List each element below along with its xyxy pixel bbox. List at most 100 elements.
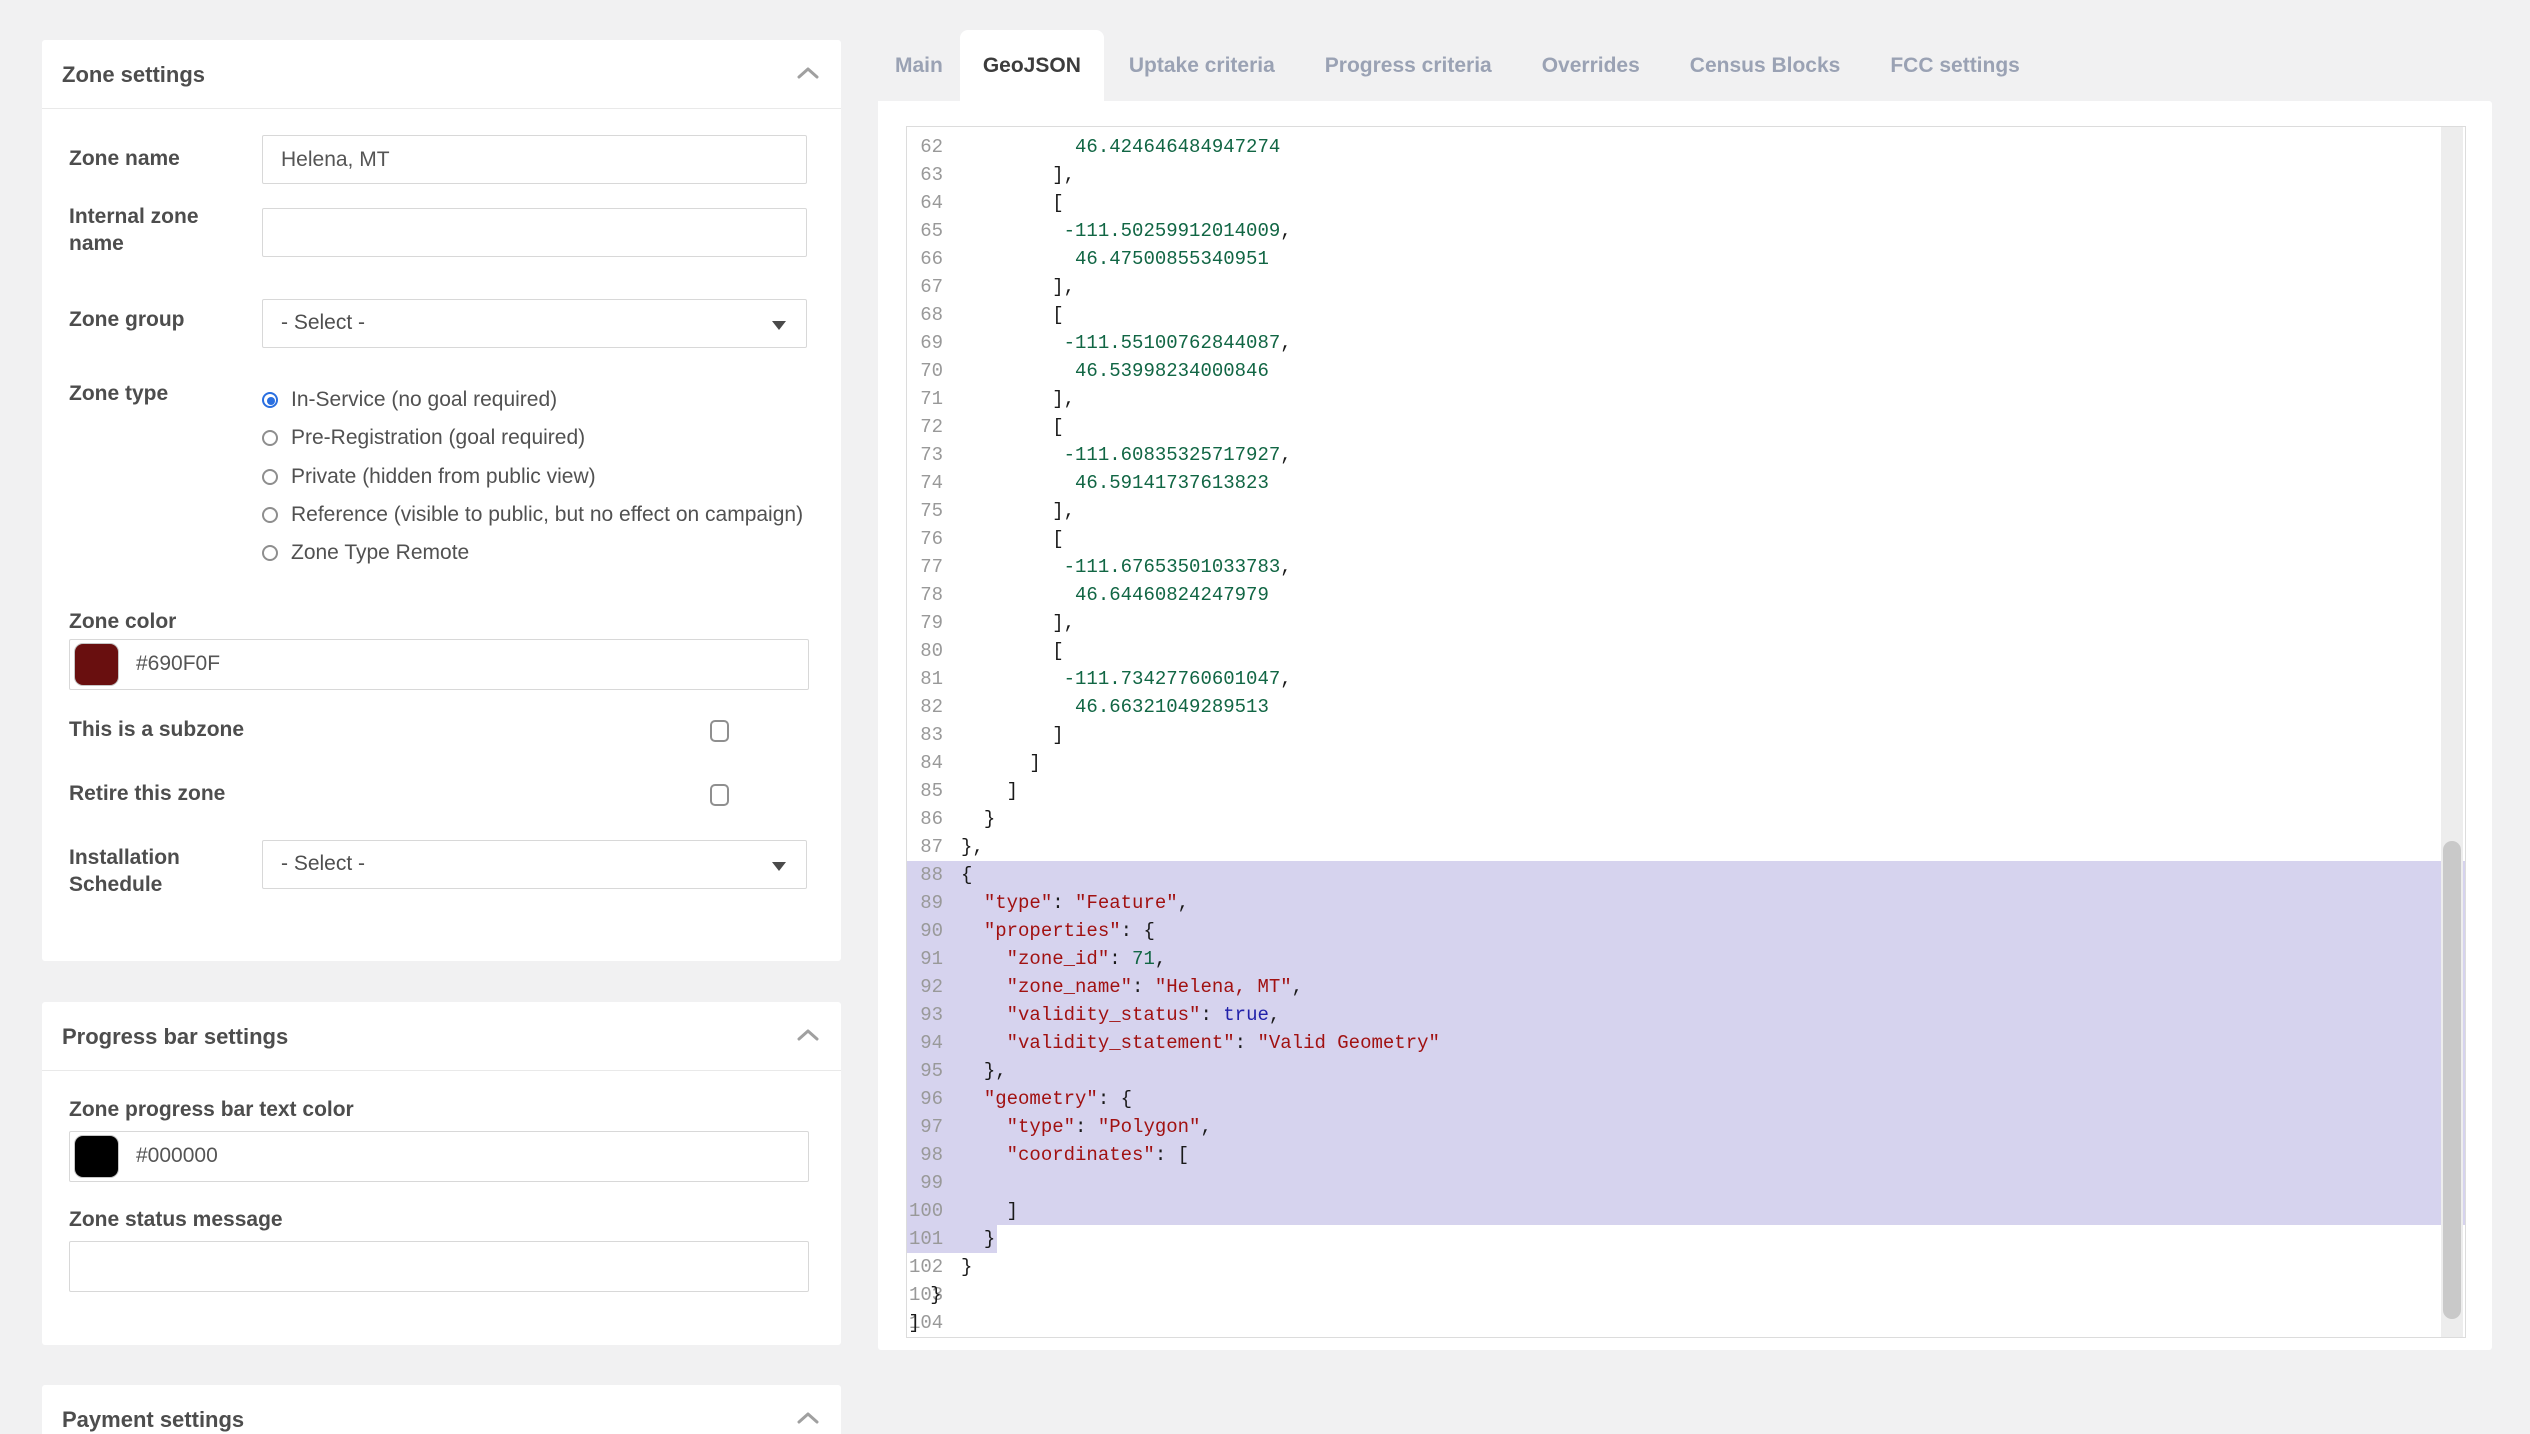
payment-settings-card: Payment settings: [42, 1385, 841, 1434]
internal-zone-name-label: Internal zone name: [69, 203, 254, 257]
zone-name-label: Zone name: [69, 145, 254, 172]
line-number: 82: [909, 693, 943, 721]
retire-label: Retire this zone: [69, 782, 225, 806]
progress-text-color-swatch[interactable]: [75, 1136, 118, 1177]
line-number: 62: [909, 133, 943, 161]
tab-main[interactable]: Main: [878, 30, 960, 101]
radio-option-label: Zone Type Remote: [291, 541, 469, 565]
radio-icon[interactable]: [262, 430, 278, 446]
code-line-76: 76 [: [907, 525, 2465, 553]
line-number: 74: [909, 469, 943, 497]
code-line-82: 82 46.66321049289513: [907, 693, 2465, 721]
tab-fcc-settings[interactable]: FCC settings: [1865, 30, 2045, 101]
code-text: -111.50259912014009,: [961, 217, 1292, 245]
retire-checkbox[interactable]: [710, 784, 729, 806]
radio-selected-icon[interactable]: [262, 392, 278, 408]
zone-color-value: #690F0F: [136, 652, 220, 676]
progress-text-color-input[interactable]: #000000: [69, 1131, 809, 1182]
collapse-chevron-icon[interactable]: [797, 1028, 819, 1042]
line-number: 77: [909, 553, 943, 581]
code-text: "coordinates": [: [961, 1141, 1189, 1169]
code-text: ],: [961, 497, 1075, 525]
tab-uptake-criteria[interactable]: Uptake criteria: [1104, 30, 1300, 101]
line-number: 97: [909, 1113, 943, 1141]
code-text: 46.53998234000846: [961, 357, 1269, 385]
radio-option-label: In-Service (no goal required): [291, 388, 557, 412]
code-line-102: 102}: [907, 1253, 2465, 1281]
code-line-64: 64 [: [907, 189, 2465, 217]
code-text: -111.60835325717927,: [961, 441, 1292, 469]
geojson-code-editor[interactable]: 62 46.42464648494727463 ],64 [65 -111.50…: [906, 126, 2466, 1338]
line-number: 72: [909, 413, 943, 441]
code-line-70: 70 46.53998234000846: [907, 357, 2465, 385]
zone-type-option-4[interactable]: Reference (visible to public, but no eff…: [262, 500, 803, 530]
code-text: "validity_statement": "Valid Geometry": [961, 1029, 1440, 1057]
code-line-84: 84 ]: [907, 749, 2465, 777]
editor-scrollbar-track[interactable]: [2441, 127, 2463, 1337]
zone-type-option-1[interactable]: In-Service (no goal required): [262, 385, 557, 415]
subzone-checkbox[interactable]: [710, 720, 729, 742]
code-text: },: [961, 833, 984, 861]
line-number: 83: [909, 721, 943, 749]
code-text: ],: [961, 273, 1075, 301]
line-number: 88: [909, 861, 943, 889]
code-line-63: 63 ],: [907, 161, 2465, 189]
zone-type-option-5[interactable]: Zone Type Remote: [262, 538, 469, 568]
code-line-75: 75 ],: [907, 497, 2465, 525]
code-text: "type": "Polygon",: [961, 1113, 1212, 1141]
code-line-73: 73 -111.60835325717927,: [907, 441, 2465, 469]
tab-progress-criteria[interactable]: Progress criteria: [1300, 30, 1517, 101]
zone-name-input[interactable]: [262, 135, 807, 184]
line-number: 89: [909, 889, 943, 917]
line-number: 92: [909, 973, 943, 1001]
zone-group-select[interactable]: - Select -: [262, 299, 807, 348]
line-number: 65: [909, 217, 943, 245]
code-line-83: 83 ]: [907, 721, 2465, 749]
zone-settings-header: Zone settings: [42, 40, 841, 109]
collapse-chevron-icon[interactable]: [797, 1411, 819, 1425]
collapse-chevron-icon[interactable]: [797, 66, 819, 80]
line-number: 81: [909, 665, 943, 693]
installation-schedule-value: - Select -: [281, 852, 365, 876]
code-line-81: 81 -111.73427760601047,: [907, 665, 2465, 693]
payment-settings-header: Payment settings: [42, 1385, 841, 1434]
radio-icon[interactable]: [262, 469, 278, 485]
zone-type-option-3[interactable]: Private (hidden from public view): [262, 462, 596, 492]
tab-census-blocks[interactable]: Census Blocks: [1665, 30, 1866, 101]
zone-group-value: - Select -: [281, 311, 365, 335]
code-text: }: [961, 1253, 972, 1281]
code-line-69: 69 -111.55100762844087,: [907, 329, 2465, 357]
code-line-88: 88{: [907, 861, 2465, 889]
zone-status-message-input[interactable]: [69, 1241, 809, 1292]
installation-schedule-select[interactable]: - Select -: [262, 840, 807, 889]
tab-geojson[interactable]: GeoJSON: [960, 30, 1104, 101]
code-line-103: 103}: [907, 1281, 2465, 1309]
code-text: ]: [961, 777, 1018, 805]
line-number: 96: [909, 1085, 943, 1113]
zone-color-swatch[interactable]: [75, 644, 118, 685]
tab-overrides[interactable]: Overrides: [1517, 30, 1665, 101]
editor-scrollbar-thumb[interactable]: [2443, 841, 2461, 1319]
zone-type-option-2[interactable]: Pre-Registration (goal required): [262, 423, 585, 453]
code-line-62: 62 46.424646484947274: [907, 133, 2465, 161]
code-text: "validity_status": true,: [961, 1001, 1280, 1029]
line-number: 78: [909, 581, 943, 609]
zone-color-label: Zone color: [69, 610, 176, 634]
chevron-down-icon: [772, 862, 786, 871]
code-text: ]: [961, 749, 1041, 777]
radio-option-label: Pre-Registration (goal required): [291, 426, 585, 450]
zone-color-input[interactable]: #690F0F: [69, 639, 809, 690]
line-number: 95: [909, 1057, 943, 1085]
radio-icon[interactable]: [262, 507, 278, 523]
line-number: 73: [909, 441, 943, 469]
line-number: 91: [909, 945, 943, 973]
internal-zone-name-input[interactable]: [262, 208, 807, 257]
code-text: 46.59141737613823: [961, 469, 1269, 497]
code-text: [: [961, 189, 1064, 217]
code-line-92: 92 "zone_name": "Helena, MT",: [907, 973, 2465, 1001]
zone-settings-card: Zone settings Zone name Internal zone na…: [42, 40, 841, 961]
line-number: 101: [909, 1225, 943, 1253]
code-line-86: 86 }: [907, 805, 2465, 833]
radio-icon[interactable]: [262, 545, 278, 561]
code-line-79: 79 ],: [907, 609, 2465, 637]
